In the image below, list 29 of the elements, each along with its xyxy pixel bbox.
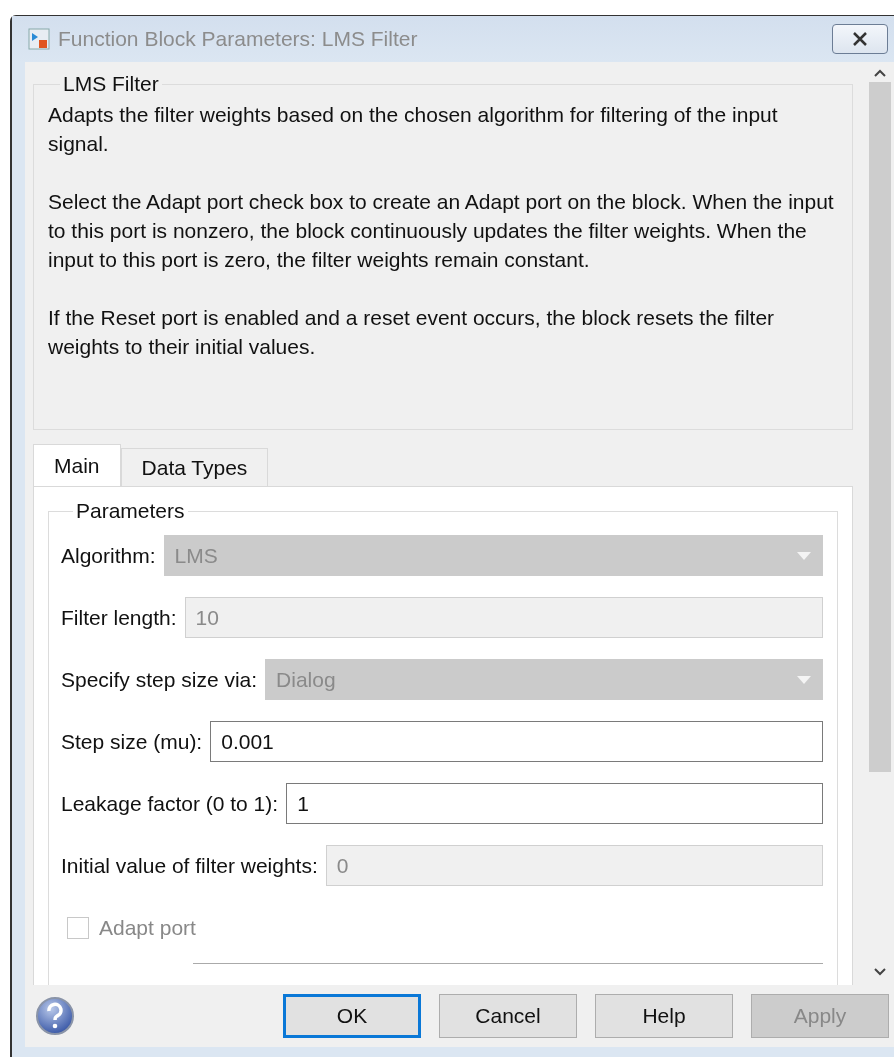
dropdown-arrow-icon — [796, 550, 812, 561]
input-field[interactable]: 0.001 — [210, 721, 823, 762]
scrollbar-thumb[interactable] — [868, 82, 891, 772]
tab[interactable]: Data Types — [120, 448, 269, 486]
scroll-up-icon[interactable] — [872, 68, 887, 78]
input-field[interactable]: 1 — [286, 783, 823, 824]
close-icon — [850, 32, 870, 46]
tab[interactable]: Main — [33, 444, 121, 486]
field-label: Algorithm: — [61, 543, 156, 568]
description-paragraph: If the Reset port is enabled and a reset event occurs, the block resets the filter weights to their initial values. — [48, 305, 776, 360]
checkbox-label: Adapt port — [99, 915, 196, 940]
app-icon — [28, 28, 50, 50]
dialog-button[interactable]: Cancel — [439, 994, 577, 1038]
field-label: Initial value of filter weights: — [61, 853, 318, 878]
field-label: Filter length: — [61, 605, 177, 630]
field-label: Specify step size via: — [61, 667, 258, 692]
close-button[interactable] — [832, 24, 888, 54]
dialog-button[interactable]: Help — [595, 994, 733, 1038]
group-title: LMS Filter — [62, 72, 160, 96]
field-label: Leakage factor (0 to 1): — [61, 791, 279, 816]
scroll-down-icon[interactable] — [872, 967, 887, 977]
description-paragraph: Select the Adapt port check box to create an Adapt port on the block. When the input to this port is nonzero, the block continuously updates the filter weights. When the input to this port is zero, the filter weights remain constant. — [48, 189, 835, 273]
window-title: Function Block Parameters: LMS Filter — [58, 27, 419, 51]
description-paragraph: Adapts the filter weights based on the chosen algorithm for filtering of the input signal. — [48, 102, 779, 157]
field-label: Step size (mu): — [61, 729, 203, 754]
dialog-button[interactable]: OK — [283, 994, 421, 1038]
help-icon[interactable] — [35, 996, 75, 1036]
group-title: Parameters — [75, 499, 186, 523]
dropdown-arrow-icon — [796, 674, 812, 685]
